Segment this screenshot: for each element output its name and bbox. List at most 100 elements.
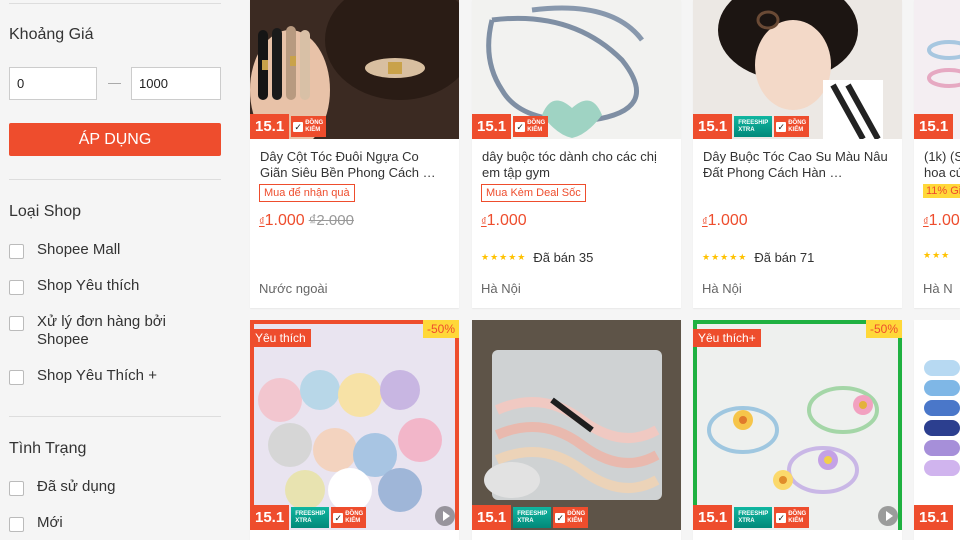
filter-new[interactable]: Mới	[9, 514, 197, 532]
product-card[interactable]: Yêu thích+ -50% 15.1 FREESHIP XTRA ✓ ĐỒN…	[693, 320, 902, 540]
product-price: ₫1.000	[481, 212, 527, 230]
checkbox-icon[interactable]	[9, 370, 24, 385]
freeship-badge: FREESHIP XTRA	[734, 507, 773, 528]
dongkiem-bottom: KIỂM	[567, 517, 583, 524]
product-card[interactable]: 15.1 ✓ ĐỒNG KIỂM Dây Cột Tóc Đuôi Ngựa C…	[250, 0, 459, 308]
checkbox-icon[interactable]	[9, 316, 24, 331]
badge-row: 15.1 FREESHIP XTRA ✓ ĐỒNG KIỂM	[693, 114, 810, 139]
product-card[interactable]: Yêu thích -50% 15.1 FREESHIP XTRA ✓ ĐỒNG…	[250, 320, 459, 540]
divider	[9, 3, 221, 4]
product-image[interactable]: Yêu thích+ -50% 15.1 FREESHIP XTRA ✓ ĐỒN…	[693, 320, 902, 530]
filter-label: Shop Yêu Thích +	[37, 367, 157, 384]
price-value: 1.000	[707, 212, 748, 229]
favorite-plus-ribbon: Yêu thích+	[693, 329, 761, 347]
product-card[interactable]: 15.1 FREESHIP XTRA ✓ ĐỒNG KIỂM	[472, 320, 681, 540]
range-dash	[108, 83, 121, 84]
product-name[interactable]: (1k) (S hoa cú	[924, 149, 960, 181]
product-image[interactable]: 15.1 ✓ ĐỒNG KIỂM	[250, 0, 459, 139]
product-card[interactable]: 15.1 ✓ ĐỒNG KIỂM dây buộc tóc dành cho c…	[472, 0, 681, 308]
check-icon: ✓	[333, 512, 344, 523]
product-price: ₫1.00	[923, 212, 960, 230]
price-min-input[interactable]	[9, 67, 97, 100]
filter-sidebar: Khoảng Giá ÁP DỤNG Loại Shop Shopee Mall…	[0, 0, 236, 540]
filter-shopee-mall[interactable]: Shopee Mall	[9, 241, 197, 259]
product-card[interactable]: 15.1 FREESHIP XTRA ✓ ĐỒNG KIỂM Dây Buộc …	[693, 0, 902, 308]
play-icon[interactable]	[878, 506, 898, 526]
filter-label: Mới	[37, 514, 63, 531]
product-location: Hà N	[923, 281, 953, 296]
apply-button[interactable]: ÁP DỤNG	[9, 123, 221, 156]
dongkiem-bottom: KIỂM	[788, 517, 804, 524]
star-icon: ★★★★★	[481, 252, 527, 262]
divider	[9, 416, 221, 417]
check-icon: ✓	[776, 121, 787, 132]
freeship-bottom: XTRA	[517, 517, 534, 524]
freeship-top: FREESHIP	[738, 119, 769, 126]
product-location: Nước ngoài	[259, 281, 328, 296]
old-price: ₫2.000	[308, 212, 354, 229]
product-name[interactable]: dây buộc tóc dành cho các chị em tập gym	[482, 149, 670, 181]
product-name[interactable]: Dây Cột Tóc Đuôi Ngựa Co Giãn Siêu Bền P…	[260, 149, 448, 181]
product-card[interactable]: 15.1 (1k) (S hoa cú 11% Gi ₫1.00 ★★★ Hà …	[914, 0, 960, 308]
dongkiem-bottom: KIỂM	[345, 517, 361, 524]
pouch-photo	[472, 320, 681, 530]
flower-hair-ties-photo	[693, 320, 902, 530]
campaign-badge: 15.1	[693, 505, 733, 530]
dongkiem-bottom: KIỂM	[305, 126, 321, 133]
rating-row: ★★★★★ Đã bán 71	[702, 250, 814, 265]
dongkiem-badge: ✓ ĐỒNG KIỂM	[331, 507, 367, 528]
product-card[interactable]: 15.1	[914, 320, 960, 540]
badge-row: 15.1 FREESHIP XTRA ✓ ĐỒNG KIỂM	[250, 505, 367, 530]
freeship-badge: FREESHIP XTRA	[734, 116, 773, 137]
product-image[interactable]: 15.1	[914, 0, 960, 139]
freeship-top: FREESHIP	[738, 510, 769, 517]
product-image[interactable]: Yêu thích -50% 15.1 FREESHIP XTRA ✓ ĐỒNG…	[250, 320, 459, 530]
freeship-bottom: XTRA	[295, 517, 312, 524]
product-name[interactable]: Dây Buộc Tóc Cao Su Màu Nâu Đất Phong Cá…	[703, 149, 891, 181]
filter-shop-favorite[interactable]: Shop Yêu thích	[9, 277, 197, 295]
badge-row: 15.1 ✓ ĐỒNG KIỂM	[472, 114, 549, 139]
sold-count: Đã bán 71	[754, 250, 815, 265]
product-location: Hà Nội	[702, 281, 742, 296]
checkbox-icon[interactable]	[9, 244, 24, 259]
rating-row: ★★★★★ Đã bán 35	[481, 250, 593, 265]
product-image[interactable]: 15.1 FREESHIP XTRA ✓ ĐỒNG KIỂM	[472, 320, 681, 530]
product-image[interactable]: 15.1 FREESHIP XTRA ✓ ĐỒNG KIỂM	[693, 0, 902, 139]
dongkiem-bottom: KIỂM	[527, 126, 543, 133]
campaign-badge: 15.1	[472, 114, 512, 139]
freeship-bottom: XTRA	[738, 517, 755, 524]
badge-row: 15.1 ✓ ĐỒNG KIỂM	[250, 114, 327, 139]
freeship-bottom: XTRA	[738, 126, 755, 133]
dongkiem-badge: ✓ ĐỒNG KIỂM	[774, 507, 810, 528]
dongkiem-top: ĐỒNG	[527, 119, 546, 126]
badge-row: 15.1 FREESHIP XTRA ✓ ĐỒNG KIỂM	[472, 505, 589, 530]
campaign-badge: 15.1	[472, 505, 512, 530]
badge-row: 15.1	[914, 505, 954, 530]
filter-shop-favorite-plus[interactable]: Shop Yêu Thích +	[9, 367, 197, 385]
checkbox-icon[interactable]	[9, 517, 24, 532]
product-location: Hà Nội	[481, 281, 521, 296]
promo-tag: Mua để nhận quà	[259, 184, 355, 202]
campaign-badge: 15.1	[693, 114, 733, 139]
dongkiem-top: ĐỒNG	[345, 510, 364, 517]
checkbox-icon[interactable]	[9, 481, 24, 496]
price-max-input[interactable]	[131, 67, 221, 100]
check-icon: ✓	[555, 512, 566, 523]
freeship-badge: FREESHIP XTRA	[291, 507, 330, 528]
discount-badge: -50%	[865, 320, 902, 338]
filter-used[interactable]: Đã sử dụng	[9, 478, 197, 496]
dongkiem-top: ĐỒNG	[305, 119, 324, 126]
dongkiem-bottom: KIỂM	[788, 126, 804, 133]
filter-shopee-fulfilled[interactable]: Xử lý đơn hàng bởi Shopee	[9, 313, 197, 349]
product-image[interactable]: 15.1 ✓ ĐỒNG KIỂM	[472, 0, 681, 139]
price-value: 1.000	[486, 212, 527, 229]
star-icon: ★★★	[923, 250, 951, 260]
play-icon[interactable]	[435, 506, 455, 526]
sold-count: Đã bán 35	[533, 250, 594, 265]
discount-tag: 11% Gi	[923, 184, 960, 198]
filter-label: Đã sử dụng	[37, 478, 116, 495]
product-image[interactable]: 15.1	[914, 320, 960, 530]
checkbox-icon[interactable]	[9, 280, 24, 295]
campaign-badge: 15.1	[914, 114, 954, 139]
product-price: ₫1.000 ₫2.000	[259, 212, 354, 230]
